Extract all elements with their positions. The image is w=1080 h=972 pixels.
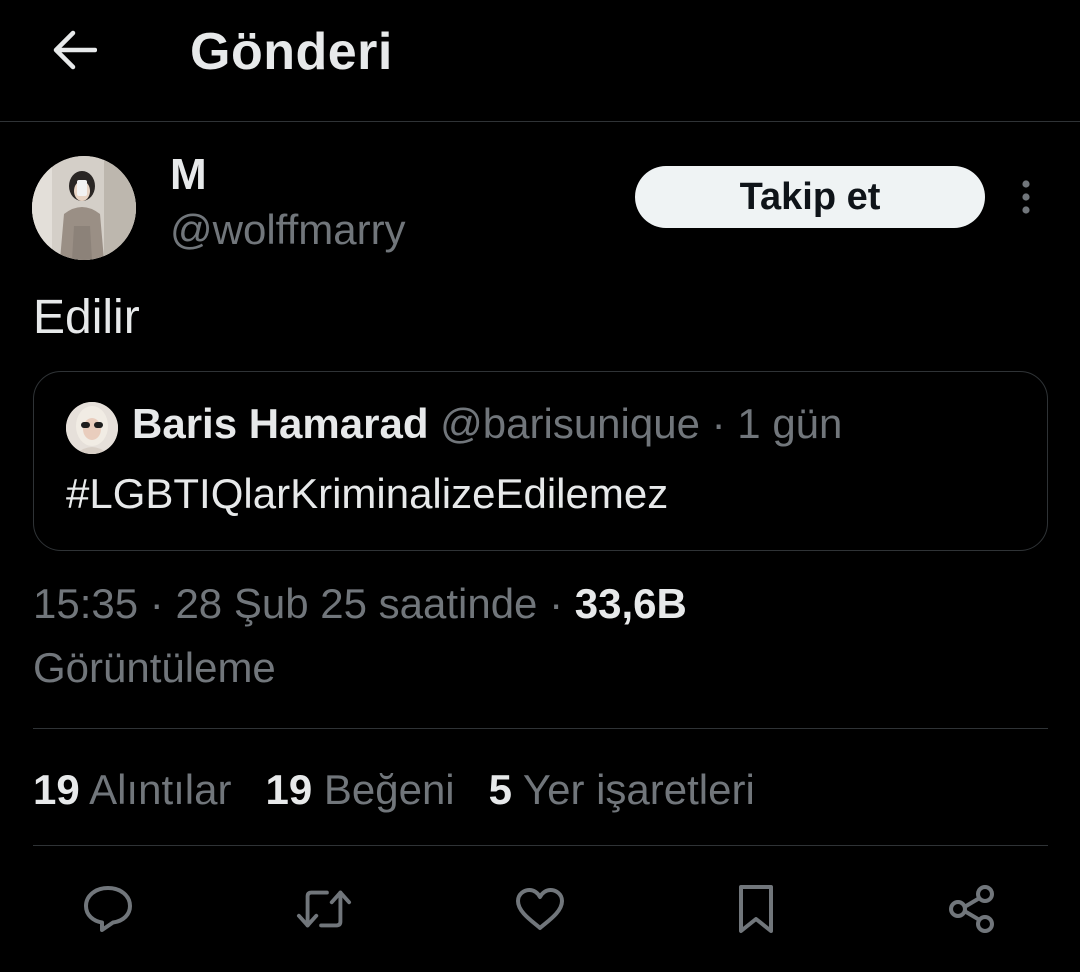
share-button[interactable] [944,882,1000,936]
stat-label: Yer işaretleri [522,766,755,813]
stat-count: 19 [33,766,80,813]
meta-separator: · [549,580,564,627]
tweet-text: Edilir [33,291,140,344]
divider [33,845,1048,846]
page-title: Gönderi [190,23,393,81]
back-button[interactable] [46,26,102,74]
stat-likes[interactable]: 19 Beğeni [265,766,454,814]
follow-button[interactable]: Takip et [635,166,985,228]
more-vertical-icon [1022,180,1030,214]
meta-separator: · [149,580,164,627]
stat-label: Alıntılar [89,766,232,813]
retweet-button[interactable] [296,882,352,936]
author-name[interactable]: M [170,150,207,200]
quote-author-name: Baris Hamarad [132,400,429,447]
quote-header: Baris Hamarad @barisunique · 1 gün [132,400,842,448]
retweet-icon [296,890,352,928]
stat-quotes[interactable]: 19 Alıntılar [33,766,231,814]
tweet-date[interactable]: 28 Şub 25 saatinde [175,580,537,627]
stat-count: 19 [265,766,313,813]
tweet-meta: 15:35 · 28 Şub 25 saatinde · 33,6B [33,580,687,628]
quote-author-handle: @barisunique [440,400,700,447]
tweet-time: 15:35 [33,580,139,627]
engagement-stats: 19 Alıntılar 19 Beğeni 5 Yer işaretleri [33,766,789,814]
like-button[interactable] [512,882,568,936]
share-icon [949,885,994,933]
quote-separator: · [711,400,726,447]
views-count: 33,6B [574,580,687,627]
views-label: Görüntüleme [33,644,276,691]
reply-button[interactable] [80,882,136,936]
heart-icon [516,888,564,930]
quote-author-avatar [66,402,118,454]
stat-label: Beğeni [323,766,455,813]
bookmark-button[interactable] [728,882,784,936]
reply-icon [84,886,132,932]
divider [33,728,1048,729]
author-handle[interactable]: @wolffmarry [170,206,406,254]
stat-bookmarks[interactable]: 5 Yer işaretleri [489,766,755,814]
bookmark-icon [739,885,773,933]
more-options-button[interactable] [1006,174,1046,220]
stat-count: 5 [488,766,512,813]
quote-timestamp: 1 gün [737,400,843,447]
arrow-left-icon [53,30,97,70]
quoted-tweet-card[interactable]: Baris Hamarad @barisunique · 1 gün #LGBT… [33,371,1048,551]
quote-text: #LGBTIQlarKriminalizeEdilemez [66,470,669,517]
top-bar: Gönderi [0,0,1080,122]
author-avatar[interactable] [32,156,136,260]
